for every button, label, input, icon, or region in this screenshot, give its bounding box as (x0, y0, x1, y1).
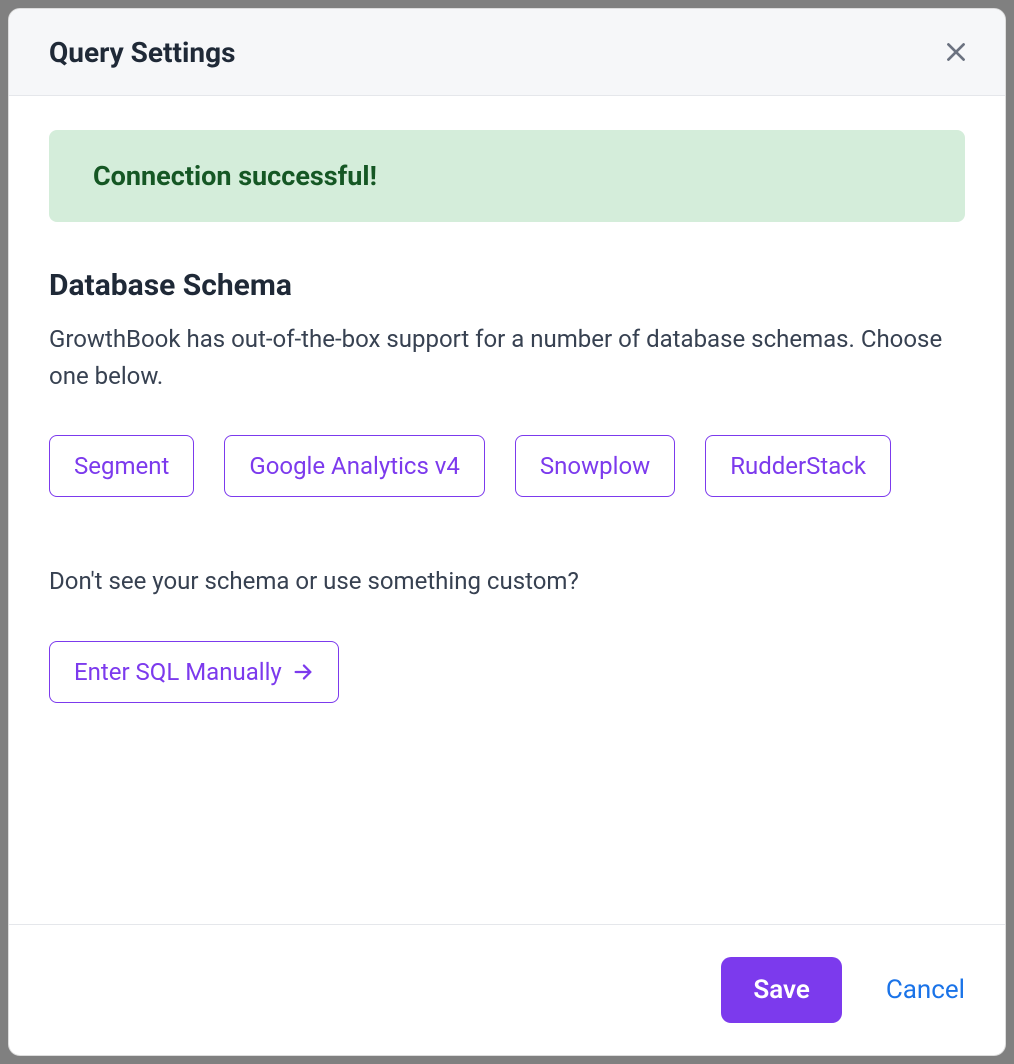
connection-success-alert: Connection successful! (49, 130, 965, 222)
close-button[interactable] (939, 35, 973, 69)
enter-sql-manually-button[interactable]: Enter SQL Manually (49, 641, 339, 703)
arrow-right-icon (292, 661, 314, 683)
schema-option-google-analytics-v4[interactable]: Google Analytics v4 (224, 435, 485, 497)
schema-heading: Database Schema (49, 268, 965, 303)
modal-title: Query Settings (49, 36, 235, 69)
query-settings-modal: Query Settings Connection successful! Da… (8, 8, 1006, 1056)
close-icon (943, 39, 969, 65)
modal-header: Query Settings (9, 9, 1005, 96)
save-button[interactable]: Save (721, 957, 842, 1023)
schema-option-segment[interactable]: Segment (49, 435, 194, 497)
schema-option-rudderstack[interactable]: RudderStack (705, 435, 891, 497)
modal-body: Connection successful! Database Schema G… (9, 96, 1005, 924)
manual-sql-label: Enter SQL Manually (74, 658, 282, 686)
cancel-button[interactable]: Cancel (886, 975, 965, 1005)
modal-footer: Save Cancel (9, 924, 1005, 1055)
alert-message: Connection successful! (93, 160, 921, 192)
schema-options: Segment Google Analytics v4 Snowplow Rud… (49, 435, 965, 497)
schema-description: GrowthBook has out-of-the-box support fo… (49, 321, 965, 395)
schema-option-snowplow[interactable]: Snowplow (515, 435, 675, 497)
custom-schema-prompt: Don't see your schema or use something c… (49, 567, 965, 595)
